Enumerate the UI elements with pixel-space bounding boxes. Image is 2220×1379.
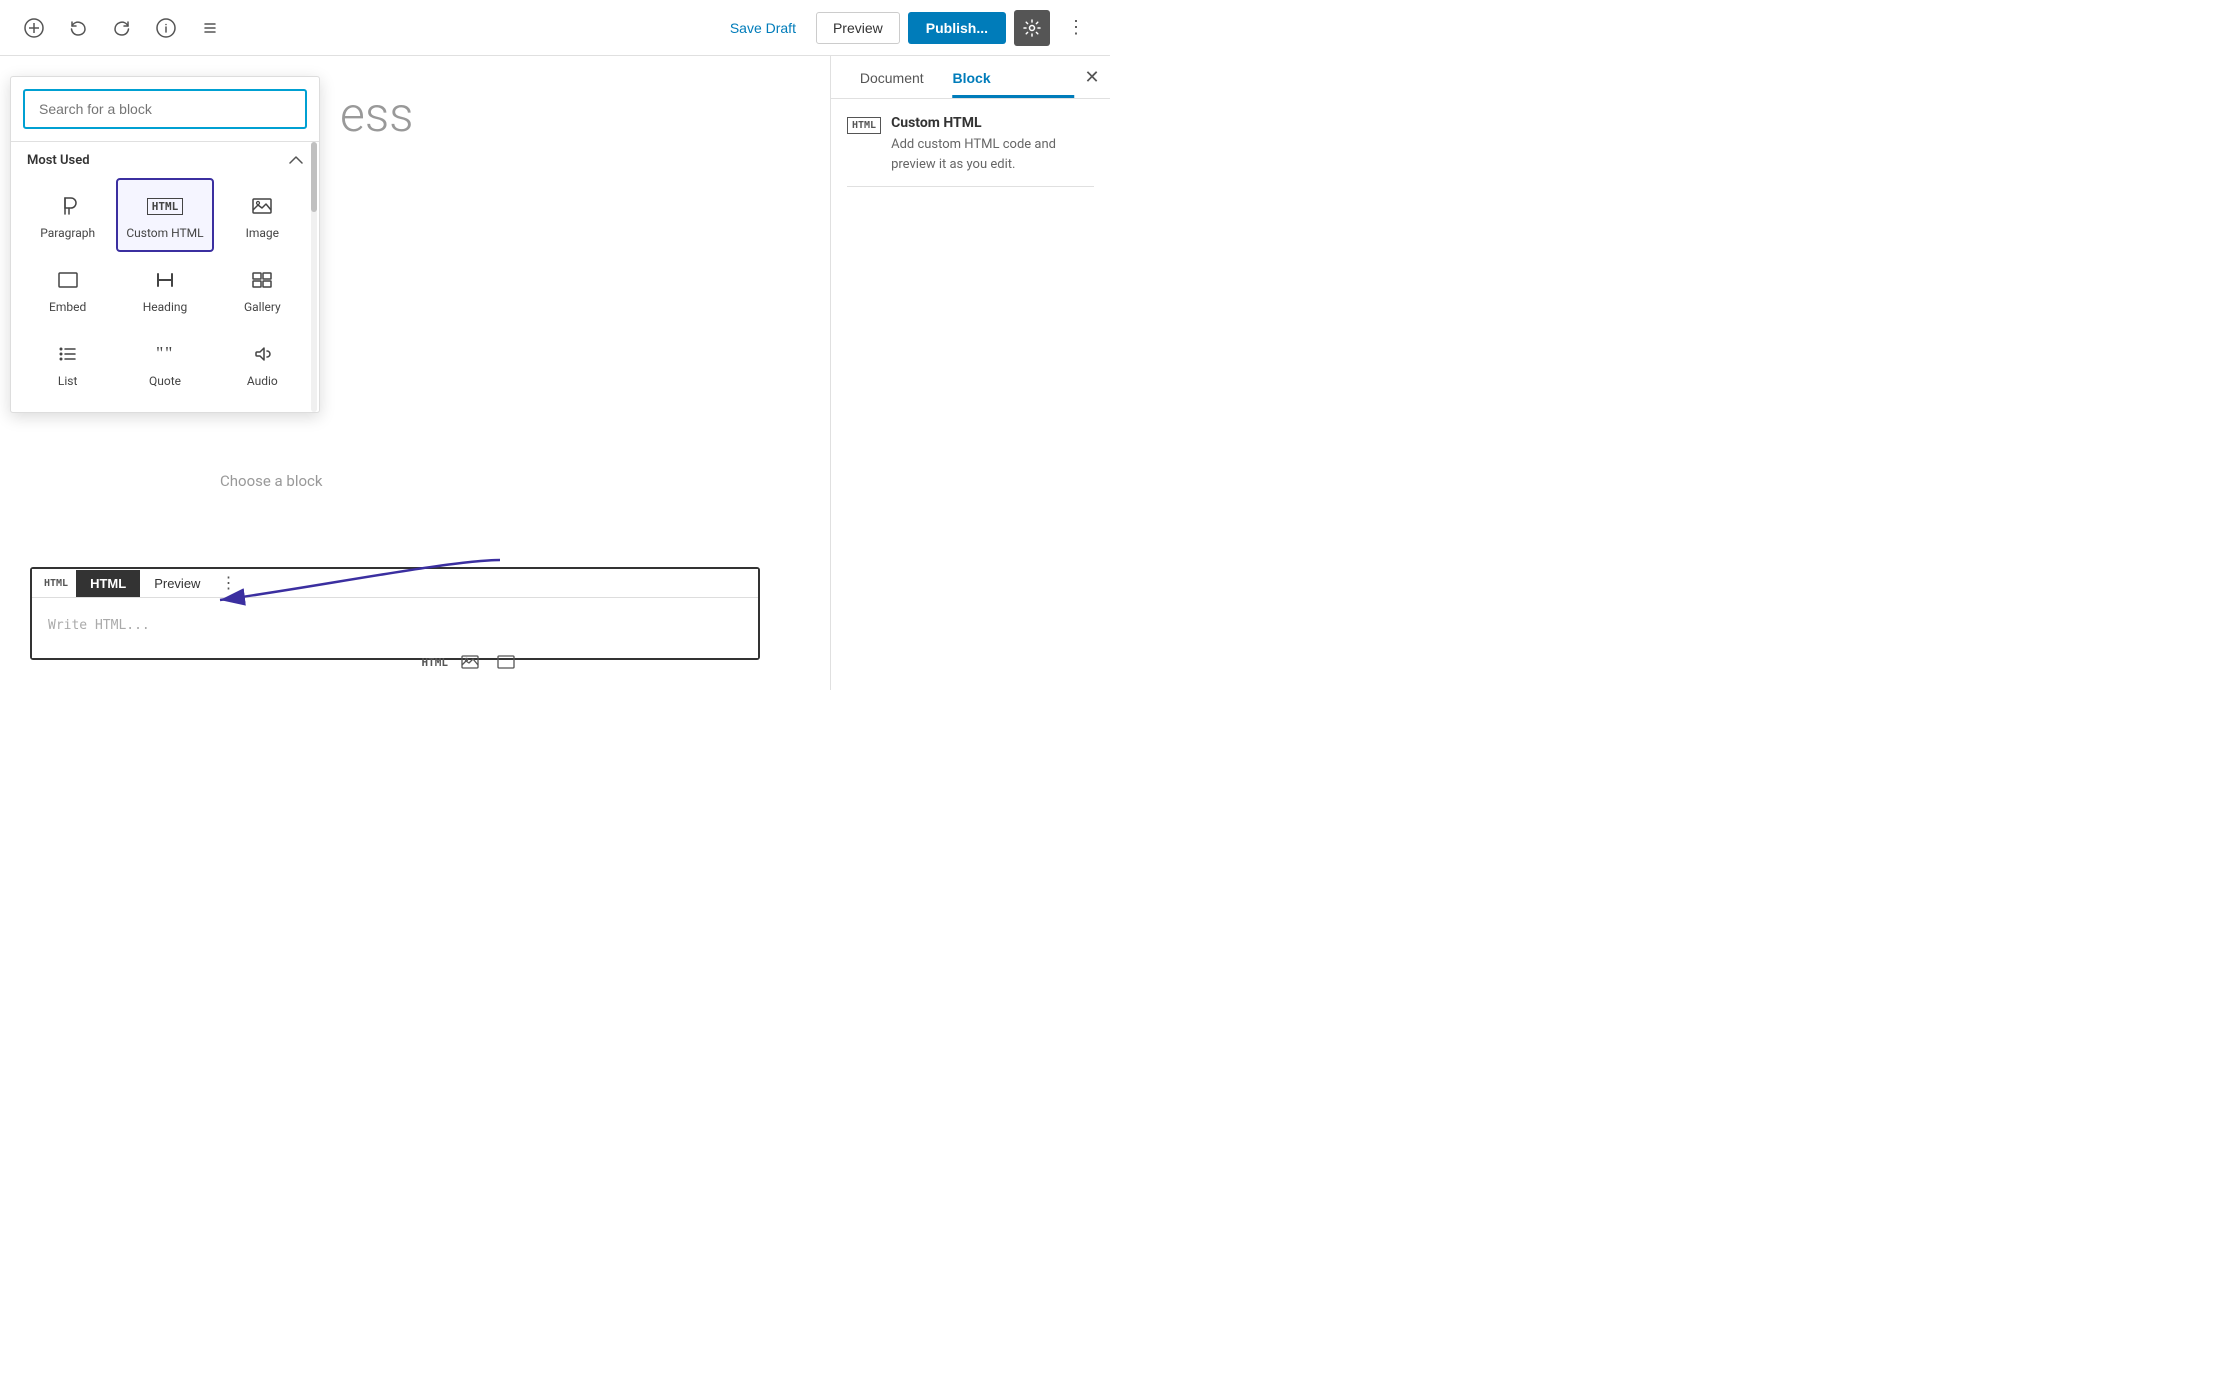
list-view-button[interactable] (192, 10, 228, 46)
block-name: Custom HTML (891, 115, 1094, 131)
block-description: Add custom HTML code and preview it as y… (891, 135, 1094, 174)
settings-button[interactable] (1014, 10, 1050, 46)
heading-icon (153, 266, 177, 294)
html-tab-button[interactable]: HTML (76, 570, 140, 597)
block-item-label-audio: Audio (247, 374, 278, 388)
html-block-toolbar: HTML HTML Preview ⋮ (32, 569, 758, 598)
tab-active-underline (953, 95, 1075, 98)
tab-block[interactable]: Block (953, 56, 991, 98)
close-icon: ✕ (1084, 67, 1099, 88)
block-item-image[interactable]: Image (214, 178, 311, 252)
editor-area: ess Most Used (0, 56, 830, 690)
list-icon (56, 340, 80, 368)
bottom-html-label: HTML (422, 656, 449, 669)
block-item-label-paragraph: Paragraph (40, 226, 95, 240)
html-block: HTML HTML Preview ⋮ Write HTML... (30, 567, 760, 660)
sidebar-content: HTML Custom HTML Add custom HTML code an… (831, 99, 1110, 211)
paragraph-icon (56, 192, 80, 220)
undo-button[interactable] (60, 10, 96, 46)
block-item-label-list: List (58, 374, 78, 388)
block-item-quote[interactable]: " " Quote (116, 326, 213, 400)
block-item-paragraph[interactable]: Paragraph (19, 178, 116, 252)
bottom-fullscreen-icon[interactable] (492, 648, 520, 676)
block-item-embed[interactable]: Embed (19, 252, 116, 326)
scroll-track (311, 142, 317, 412)
tab-document[interactable]: Document (831, 56, 953, 98)
sidebar-panel: Document Block ✕ HTML Custom HTML Add cu… (830, 56, 1110, 690)
scroll-thumb (311, 142, 317, 212)
section-title: Most Used (27, 153, 90, 168)
publish-button[interactable]: Publish... (908, 12, 1006, 44)
block-item-label-quote: Quote (149, 374, 181, 388)
block-item-list[interactable]: List (19, 326, 116, 400)
main-toolbar: Save Draft Preview Publish... ⋮ (0, 0, 1110, 56)
gallery-icon (250, 266, 274, 294)
block-item-custom-html[interactable]: HTML Custom HTML (116, 178, 213, 252)
quote-icon: " " (153, 340, 177, 368)
block-item-audio[interactable]: Audio (214, 326, 311, 400)
most-used-section-header: Most Used (11, 142, 319, 174)
block-details: Custom HTML Add custom HTML code and pre… (891, 115, 1094, 174)
svg-text:": " (165, 343, 172, 363)
block-item-label-custom-html: Custom HTML (126, 226, 203, 240)
audio-icon (250, 340, 274, 368)
collapse-section-button[interactable] (289, 152, 303, 168)
bottom-image-icon[interactable] (456, 648, 484, 676)
save-draft-button[interactable]: Save Draft (718, 14, 808, 42)
more-icon: ⋮ (1067, 17, 1085, 38)
block-item-label-heading: Heading (143, 300, 188, 314)
redo-button[interactable] (104, 10, 140, 46)
block-item-label-gallery: Gallery (244, 300, 281, 314)
write-html-placeholder: Write HTML... (48, 618, 150, 633)
toolbar-left (16, 10, 228, 46)
block-item-label-embed: Embed (49, 300, 86, 314)
bottom-toolbar: HTML (422, 648, 521, 676)
svg-text:": " (156, 343, 163, 363)
sidebar-tabs: Document Block ✕ (831, 56, 1110, 99)
add-block-button[interactable] (16, 10, 52, 46)
sidebar-close-button[interactable]: ✕ (1074, 59, 1110, 95)
search-box (11, 77, 319, 142)
block-item-heading[interactable]: Heading (116, 252, 213, 326)
block-inserter-panel: Most Used (10, 76, 320, 413)
sidebar-divider (847, 186, 1094, 187)
main-layout: ess Most Used (0, 56, 1110, 690)
toolbar-right: Save Draft Preview Publish... ⋮ (718, 10, 1094, 46)
image-icon (250, 192, 274, 220)
html-block-more-button[interactable]: ⋮ (214, 569, 242, 597)
choose-block-hint: Choose a block (220, 472, 323, 490)
more-options-button[interactable]: ⋮ (1058, 10, 1094, 46)
info-button[interactable] (148, 10, 184, 46)
html-label-small: HTML (36, 572, 76, 595)
custom-html-icon: HTML (147, 192, 184, 220)
block-info: HTML Custom HTML Add custom HTML code an… (847, 115, 1094, 174)
block-item-label-image: Image (246, 226, 279, 240)
preview-tab-button[interactable]: Preview (140, 570, 214, 597)
blocks-grid: Paragraph HTML Custom HTML (11, 174, 319, 412)
block-html-badge: HTML (847, 117, 881, 134)
embed-icon (56, 266, 80, 294)
block-item-gallery[interactable]: Gallery (214, 252, 311, 326)
html-editor-area[interactable]: Write HTML... (32, 598, 758, 658)
preview-button[interactable]: Preview (816, 12, 900, 44)
html-badge-icon: HTML (147, 198, 184, 215)
search-input[interactable] (23, 89, 307, 129)
editor-title: ess (340, 86, 413, 143)
